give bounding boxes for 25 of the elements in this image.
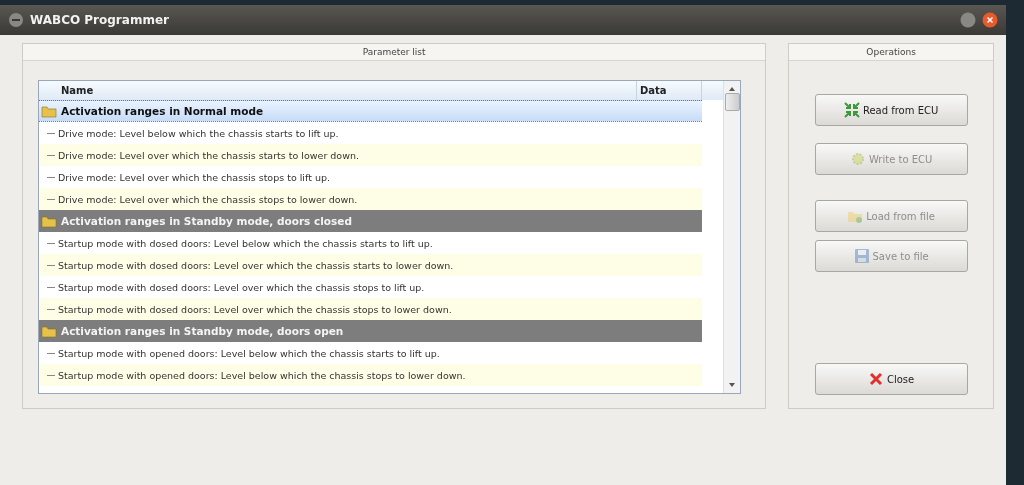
tree-item[interactable]: Startup mode with opened doors: Level below which the chassis stops to lower down. [39, 364, 702, 386]
panel-title: Parameter list [362, 47, 426, 57]
tree-item[interactable]: Startup mode with dosed doors: Level over which the chassis starts to lower down. [39, 254, 702, 276]
scrollbar[interactable] [723, 81, 740, 393]
menu-icon[interactable] [8, 12, 24, 28]
minimize-icon[interactable] [960, 12, 976, 28]
tree-item[interactable]: Startup mode with dosed doors: Level over which the chassis stops to lower down. [39, 298, 702, 320]
tree-group-row[interactable]: Activation ranges in Standby mode, doors open [39, 320, 702, 342]
read-button[interactable]: Read from ECU [814, 94, 968, 126]
scroll-thumb[interactable] [724, 93, 740, 111]
scroll-down-icon[interactable] [728, 381, 736, 389]
tree-group-row[interactable]: Activation ranges in Standby mode, doors closed [39, 210, 702, 232]
arrows-icon [843, 102, 860, 118]
gear-icon [849, 151, 866, 167]
folder-icon [41, 213, 57, 229]
close-icon[interactable] [982, 12, 998, 28]
tree-item[interactable]: Drive mode: Level over which the chassis stops to lower down. [39, 188, 702, 210]
panel-title: Operations [866, 47, 916, 57]
close-button[interactable]: Close [814, 363, 968, 395]
folder-icon [41, 103, 57, 119]
tree-group-row[interactable]: Activation ranges in Normal mode [39, 100, 702, 122]
tree-item[interactable]: Drive mode: Level over which the chassis starts to lower down. [39, 144, 702, 166]
close-icon [868, 371, 884, 387]
window-title: WABCO Programmer [30, 13, 170, 27]
folder-icon [41, 323, 57, 339]
